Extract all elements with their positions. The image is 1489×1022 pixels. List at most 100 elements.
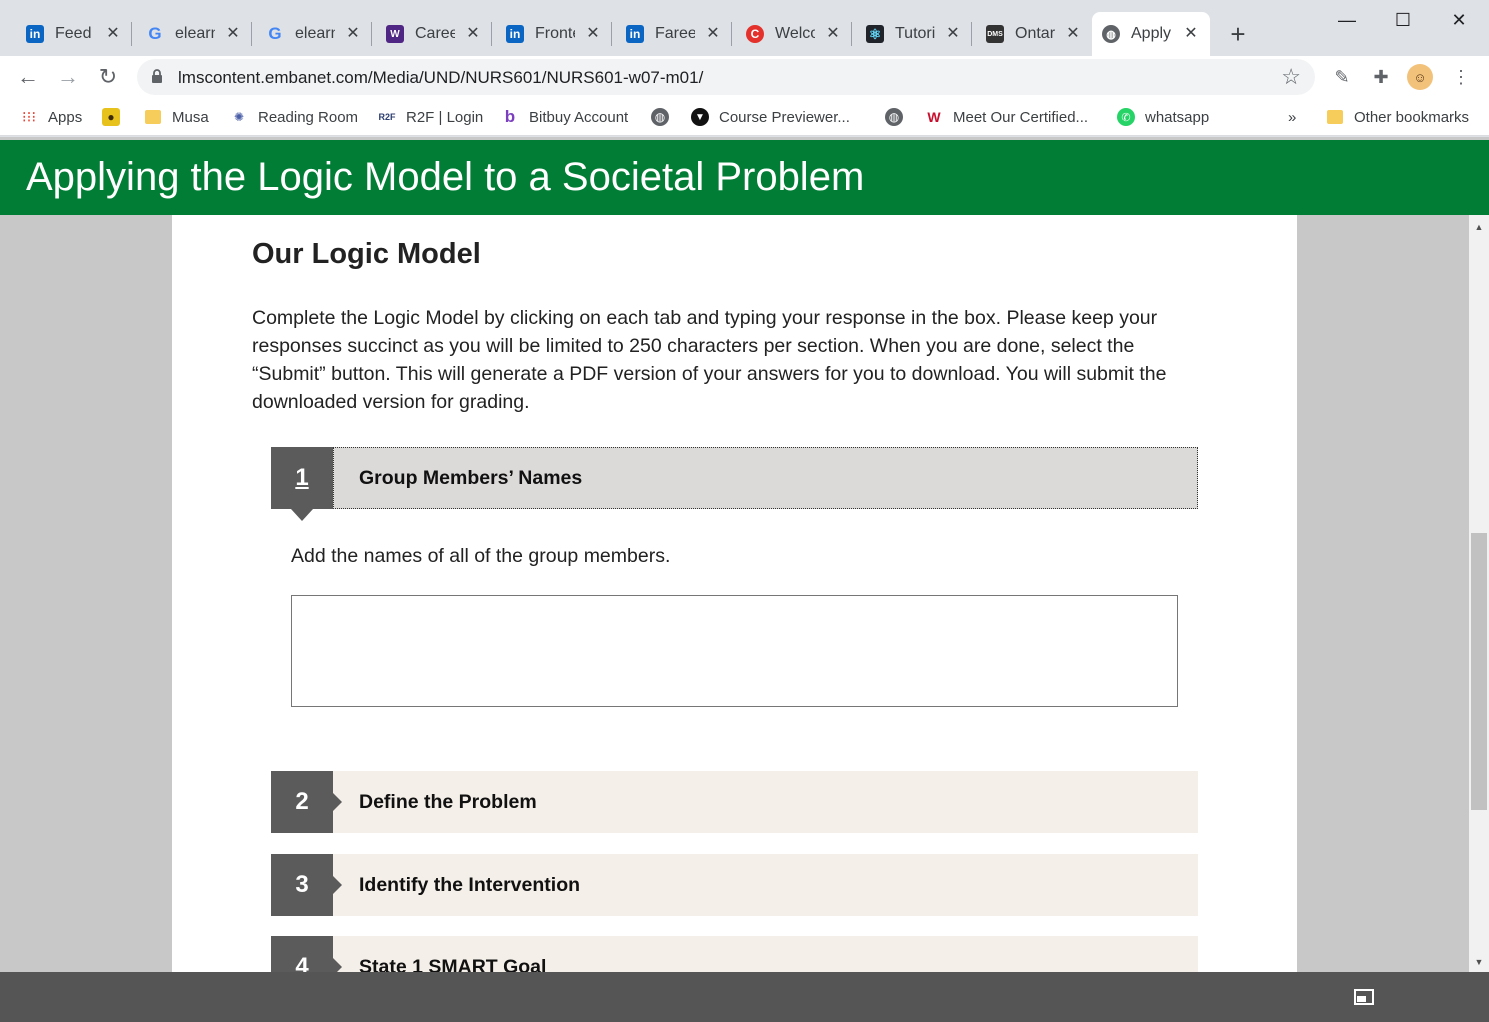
close-tab-icon[interactable]: ✕ [822,22,844,44]
page-heading: Our Logic Model [252,238,481,270]
whatsapp-icon: ✆ [1117,108,1135,126]
close-tab-icon[interactable]: ✕ [1062,22,1084,44]
tab-frontend[interactable]: in Fronte ✕ [496,12,612,56]
section-1-group-members-tab[interactable]: 1 Group Members’ Names [271,447,1198,521]
tab-welcome[interactable]: C Welco ✕ [736,12,852,56]
vertical-scrollbar[interactable]: ▲ ▼ [1469,215,1489,972]
browser-toolbar: ← → ↻ lmscontent.embanet.com/Media/UND/N… [0,56,1489,98]
course-previewer-icon: ▼ [691,108,709,126]
minimize-button[interactable]: — [1322,4,1372,36]
expanded-indicator-icon [291,509,313,521]
section-label: Group Members’ Names [359,467,583,489]
fullscreen-toggle-icon[interactable] [1354,989,1374,1005]
tab-apply-active[interactable]: ◍ Apply ✕ [1092,12,1210,56]
course-banner: Applying the Logic Model to a Societal P… [0,140,1489,215]
forward-button[interactable]: → [53,62,83,92]
bookmark-musa[interactable]: Musa [144,107,209,127]
close-tab-icon[interactable]: ✕ [102,22,124,44]
section-number: 3 [271,854,333,916]
bookmarks-overflow-button[interactable]: » [1288,107,1296,127]
scroll-down-arrow-icon[interactable]: ▼ [1469,954,1489,970]
close-tab-icon[interactable]: ✕ [222,22,244,44]
close-tab-icon[interactable]: ✕ [462,22,484,44]
tab-tutorial[interactable]: ⚛ Tutori ✕ [856,12,972,56]
profile-avatar[interactable]: ☺ [1407,64,1433,90]
close-tab-icon[interactable]: ✕ [582,22,604,44]
eyedropper-extension-icon[interactable]: ✎ [1329,64,1355,90]
bookmark-star-icon[interactable]: ☆ [1281,64,1301,90]
bookmark-course-previewer[interactable]: ▼ Course Previewer... [691,107,850,127]
section-label: Identify the Intervention [359,874,581,896]
close-window-button[interactable]: ✕ [1434,4,1484,36]
c-logo-icon: C [746,25,764,43]
section-number: 1 [271,447,333,509]
url-text: lmscontent.embanet.com/Media/UND/NURS601… [178,68,704,87]
section-number: 4 [271,936,333,972]
scroll-up-arrow-icon[interactable]: ▲ [1469,219,1489,235]
bookmark-apps[interactable]: ⁝⁝⁝ Apps [20,107,82,127]
linkedin-icon: in [506,25,524,43]
western-crest-icon: W [386,25,404,43]
maximize-button[interactable]: ☐ [1378,4,1428,36]
close-tab-icon[interactable]: ✕ [1180,22,1202,44]
globe-icon: ◍ [1102,25,1120,43]
turtle-icon: ● [102,108,120,126]
tab-elearn-2[interactable]: G elearn ✕ [256,12,372,56]
close-tab-icon[interactable]: ✕ [342,22,364,44]
section-2-define-problem-tab[interactable]: 2 Define the Problem [271,771,1198,833]
bookmark-globe-1[interactable]: ◍ [651,107,679,127]
address-bar[interactable]: lmscontent.embanet.com/Media/UND/NURS601… [137,59,1315,95]
reading-room-icon: ✺ [233,110,245,124]
section-number: 2 [271,771,333,833]
bitbuy-icon: b [504,107,516,126]
bookmark-turtle[interactable]: ● [102,107,130,127]
tab-fareed[interactable]: in Fareed ✕ [616,12,732,56]
new-tab-button[interactable]: + [1224,19,1252,49]
menu-kebab-icon[interactable]: ⋮ [1448,64,1474,90]
tab-elearn-1[interactable]: G elearn ✕ [136,12,252,56]
group-members-input[interactable] [291,595,1178,707]
tab-linkedin-feed[interactable]: in Feed | ✕ [16,12,132,56]
google-icon: G [148,24,162,43]
collapsed-indicator-icon [333,958,342,972]
tab-strip: in Feed | ✕ G elearn ✕ G elearn ✕ W Care… [0,0,1489,56]
apps-grid-icon: ⁝⁝⁝ [21,109,37,126]
close-tab-icon[interactable]: ✕ [702,22,724,44]
page-viewport: Applying the Logic Model to a Societal P… [0,137,1489,972]
tab-ontario[interactable]: DMS Ontar ✕ [976,12,1092,56]
bookmark-globe-2[interactable]: ◍ [885,107,913,127]
folder-icon [144,108,162,126]
tab-career[interactable]: W Career ✕ [376,12,492,56]
collapsed-indicator-icon [333,793,342,811]
scrollbar-thumb[interactable] [1471,533,1487,810]
lock-icon [152,69,162,83]
content-panel: Our Logic Model Complete the Logic Model… [172,215,1297,972]
folder-icon [1326,108,1344,126]
player-footer-bar [0,972,1489,1022]
section-3-identify-intervention-tab[interactable]: 3 Identify the Intervention [271,854,1198,916]
section-1-prompt: Add the names of all of the group member… [291,545,671,567]
bookmark-bitbuy[interactable]: b Bitbuy Account [501,107,628,127]
globe-icon: ◍ [885,108,903,126]
bookmark-whatsapp[interactable]: ✆ whatsapp [1117,107,1209,127]
banner-title: Applying the Logic Model to a Societal P… [26,155,865,199]
dms-icon: DMS [986,25,1004,43]
google-icon: G [268,24,282,43]
bookmarks-bar: ⁝⁝⁝ Apps ● Musa ✺ Reading Room R2F R2F |… [0,98,1489,136]
react-icon: ⚛ [866,25,884,43]
linkedin-icon: in [626,25,644,43]
certified-icon: W [927,109,941,125]
r2f-icon: R2F [378,112,396,122]
reload-button[interactable]: ↻ [93,62,123,92]
bookmark-r2f-login[interactable]: R2F R2F | Login [378,107,483,127]
section-label: State 1 SMART Goal [359,956,547,972]
bookmark-other-bookmarks[interactable]: Other bookmarks [1326,107,1469,127]
linkedin-icon: in [26,25,44,43]
section-4-smart-goal-tab[interactable]: 4 State 1 SMART Goal [271,936,1198,972]
back-button[interactable]: ← [13,62,43,92]
bookmark-reading-room[interactable]: ✺ Reading Room [230,107,358,127]
section-label: Define the Problem [359,791,537,813]
bookmark-meet-certified[interactable]: W Meet Our Certified... [925,107,1088,127]
extensions-puzzle-icon[interactable]: ✚ [1368,64,1394,90]
close-tab-icon[interactable]: ✕ [942,22,964,44]
